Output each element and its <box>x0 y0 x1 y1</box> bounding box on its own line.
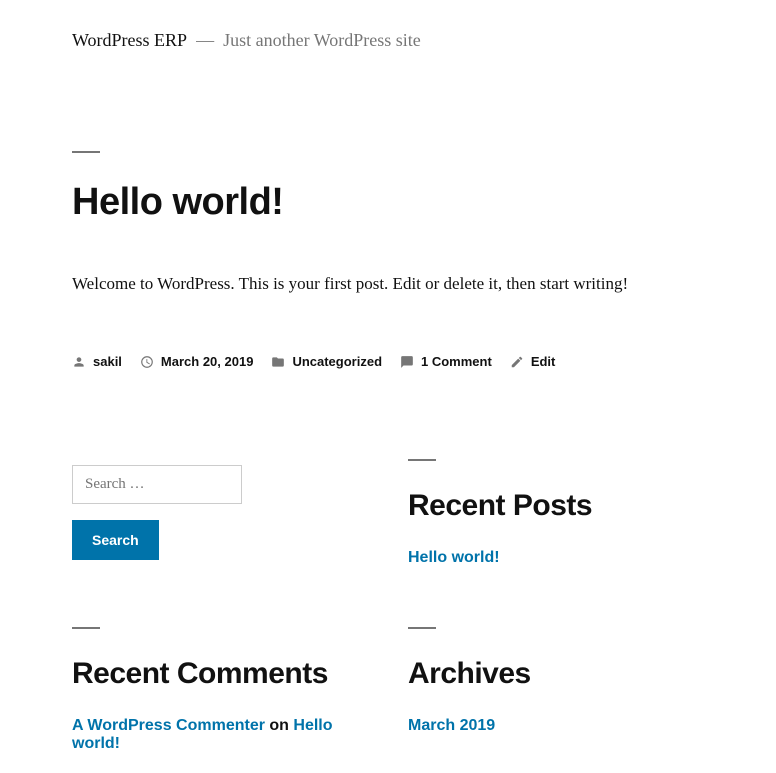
recent-posts-widget: Recent Posts Hello world! <box>408 459 704 567</box>
search-widget: Search <box>72 459 368 567</box>
footer-widgets: Search Recent Posts Hello world! Recent … <box>72 459 704 753</box>
recent-comment-item: A WordPress Commenter on Hello world! <box>72 717 368 753</box>
comment-on-text: on <box>269 717 293 734</box>
archive-link[interactable]: March 2019 <box>408 717 495 734</box>
meta-category: Uncategorized <box>271 354 382 369</box>
recent-comments-widget: Recent Comments A WordPress Commenter on… <box>72 627 368 753</box>
recent-post-link[interactable]: Hello world! <box>408 549 500 566</box>
archives-title: Archives <box>408 657 704 691</box>
post-article: Hello world! Welcome to WordPress. This … <box>72 151 704 369</box>
recent-comments-title: Recent Comments <box>72 657 368 691</box>
search-input[interactable] <box>72 465 242 504</box>
meta-comments-link[interactable]: 1 Comment <box>421 354 492 369</box>
widget-rule <box>408 459 436 461</box>
title-rule <box>72 151 100 153</box>
search-button[interactable]: Search <box>72 520 159 560</box>
site-header: WordPress ERP — Just another WordPress s… <box>72 30 704 51</box>
site-tagline: Just another WordPress site <box>223 30 421 50</box>
comment-author-link[interactable]: A WordPress Commenter <box>72 717 265 734</box>
comment-icon <box>400 355 414 369</box>
post-meta: sakil March 20, 2019 Uncategorized 1 Com… <box>72 354 704 369</box>
meta-date-link[interactable]: March 20, 2019 <box>161 354 254 369</box>
meta-comments: 1 Comment <box>400 354 492 369</box>
recent-posts-title: Recent Posts <box>408 489 704 523</box>
meta-author-link[interactable]: sakil <box>93 354 122 369</box>
person-icon <box>72 355 86 369</box>
widget-rule <box>408 627 436 629</box>
post-title[interactable]: Hello world! <box>72 181 704 224</box>
pencil-icon <box>510 355 524 369</box>
meta-author: sakil <box>72 354 122 369</box>
clock-icon <box>140 355 154 369</box>
widget-rule <box>72 627 100 629</box>
meta-date: March 20, 2019 <box>140 354 254 369</box>
tagline-separator: — <box>196 30 214 50</box>
meta-edit-link[interactable]: Edit <box>531 354 556 369</box>
folder-icon <box>271 355 285 369</box>
meta-category-link[interactable]: Uncategorized <box>292 354 382 369</box>
archives-widget: Archives March 2019 <box>408 627 704 753</box>
meta-edit: Edit <box>510 354 556 369</box>
site-title-link[interactable]: WordPress ERP <box>72 30 187 50</box>
post-content: Welcome to WordPress. This is your first… <box>72 274 704 294</box>
